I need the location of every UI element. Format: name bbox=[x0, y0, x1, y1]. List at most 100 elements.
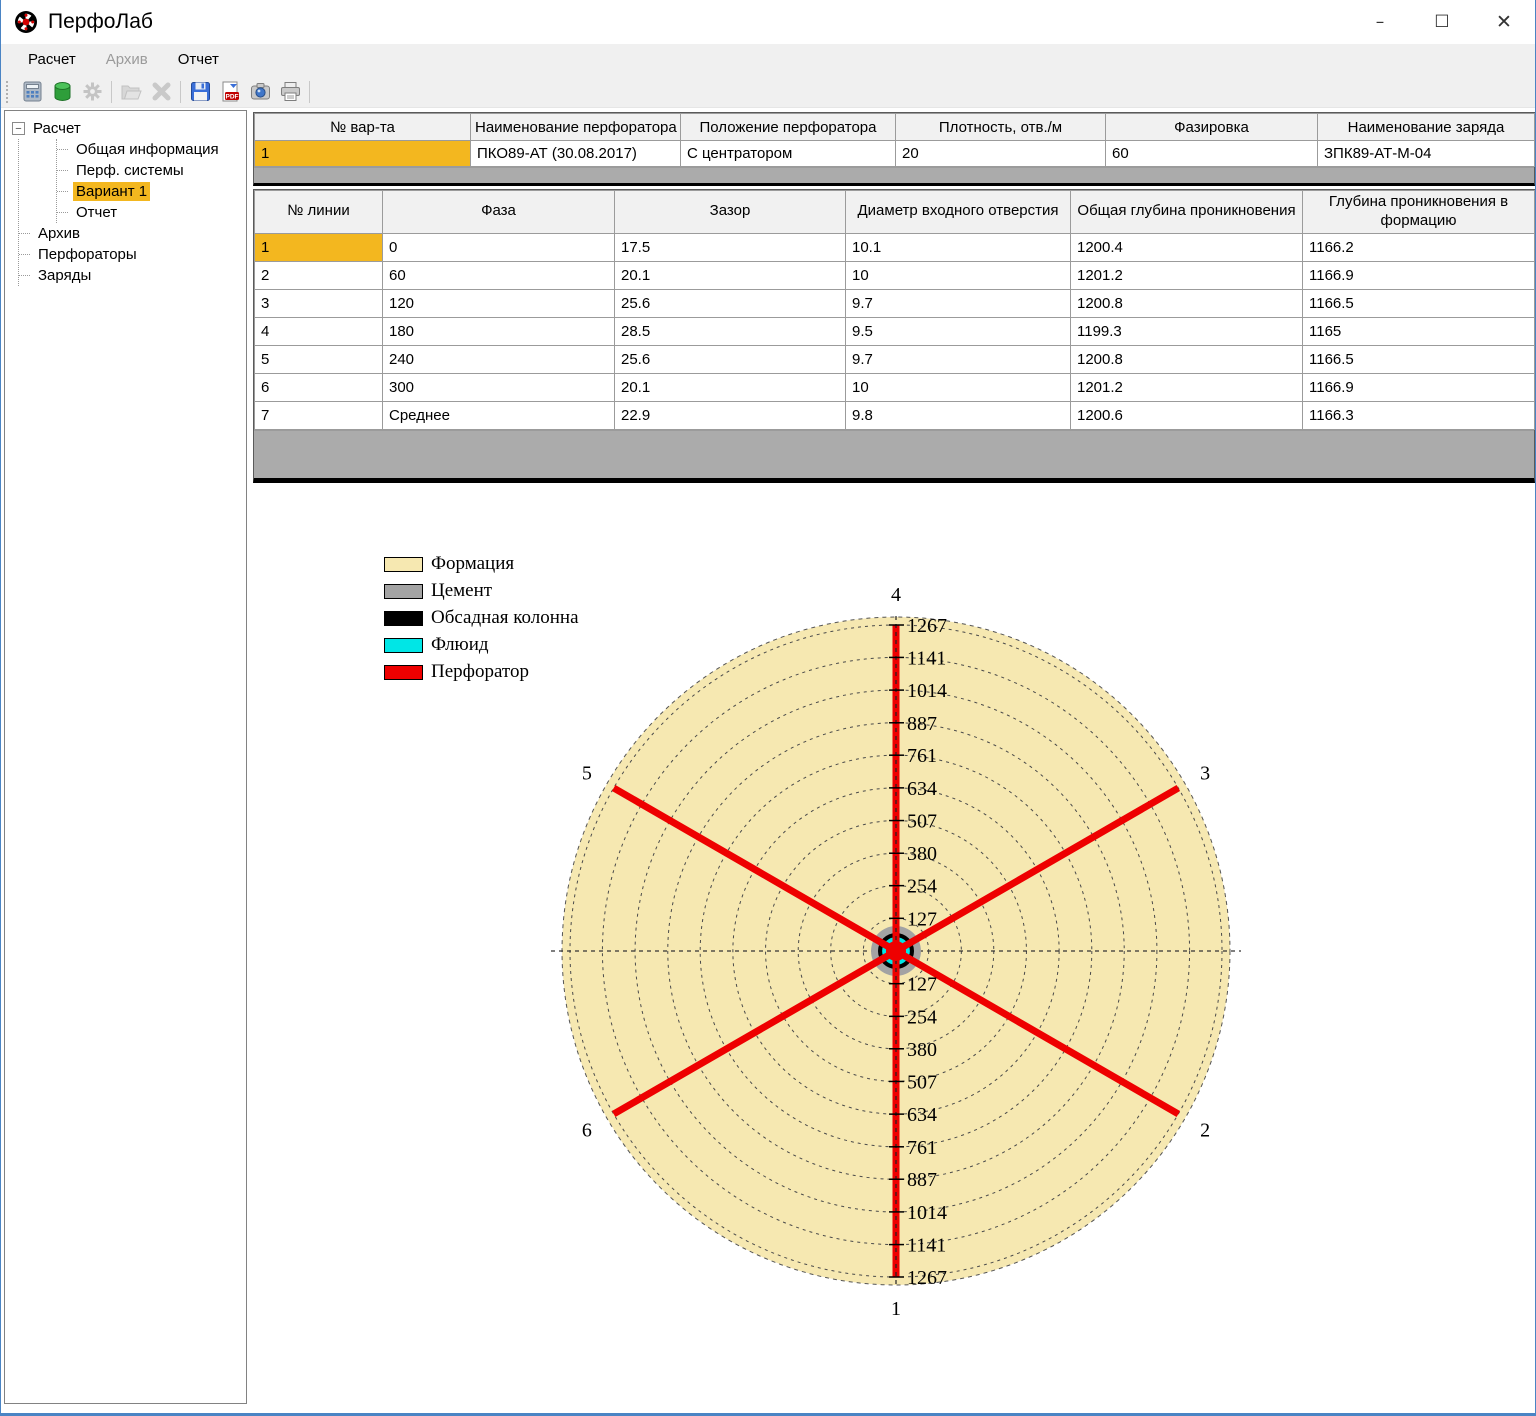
gear-icon bbox=[81, 80, 104, 103]
table-cell[interactable]: ЗПК89-АТ-М-04 bbox=[1318, 141, 1535, 167]
radial-tick-label: 254 bbox=[907, 876, 937, 898]
column-header[interactable]: № линии bbox=[255, 191, 383, 234]
table-cell[interactable]: 1199.3 bbox=[1071, 317, 1303, 345]
table-cell[interactable]: 9.7 bbox=[846, 345, 1071, 373]
table-cell[interactable]: 60 bbox=[383, 261, 615, 289]
table-cell[interactable]: 1166.5 bbox=[1303, 289, 1535, 317]
menu-otchet[interactable]: Отчет bbox=[163, 44, 234, 76]
column-header[interactable]: Фазировка bbox=[1106, 114, 1318, 141]
column-header[interactable]: Наименование заряда bbox=[1318, 114, 1535, 141]
table-cell[interactable]: 9.8 bbox=[846, 401, 1071, 429]
table-row: 1 0 17.5 10.1 1200.4 1166.2 bbox=[255, 233, 1535, 261]
table-cell[interactable]: 9.7 bbox=[846, 289, 1071, 317]
table-cell[interactable]: 28.5 bbox=[615, 317, 846, 345]
table-cell[interactable]: 17.5 bbox=[615, 233, 846, 261]
ray-label-3: 3 bbox=[1200, 763, 1210, 785]
settings-button[interactable] bbox=[77, 78, 107, 106]
table-cell[interactable]: 1200.4 bbox=[1071, 233, 1303, 261]
database-icon bbox=[51, 80, 74, 103]
menu-raschet[interactable]: Расчет bbox=[13, 44, 91, 76]
table-cell[interactable]: Среднее bbox=[383, 401, 615, 429]
table-cell[interactable]: 1200.8 bbox=[1071, 289, 1303, 317]
table-cell[interactable]: 60 bbox=[1106, 141, 1318, 167]
table-cell[interactable]: 4 bbox=[255, 317, 383, 345]
save-icon bbox=[189, 80, 212, 103]
ray-label-1: 1 bbox=[891, 1298, 901, 1320]
table-cell[interactable]: 300 bbox=[383, 373, 615, 401]
column-header[interactable]: Диаметр входного отверстия bbox=[846, 191, 1071, 234]
snapshot-button[interactable] bbox=[245, 78, 275, 106]
table-row: 4 180 28.5 9.5 1199.3 1165 bbox=[255, 317, 1535, 345]
column-header[interactable]: Глубина проникновения в формацию bbox=[1303, 191, 1535, 234]
table-cell[interactable]: 6 bbox=[255, 373, 383, 401]
table-cell[interactable]: 10.1 bbox=[846, 233, 1071, 261]
table-cell[interactable]: 1201.2 bbox=[1071, 373, 1303, 401]
delete-button[interactable] bbox=[146, 78, 176, 106]
tree-item-perforatory[interactable]: Перфораторы bbox=[19, 244, 242, 265]
table-cell[interactable]: 25.6 bbox=[615, 345, 846, 373]
table-cell[interactable]: 1166.3 bbox=[1303, 401, 1535, 429]
table-cell[interactable]: ПКО89-АТ (30.08.2017) bbox=[471, 141, 681, 167]
table-cell[interactable]: 2 bbox=[255, 261, 383, 289]
tree-item-otchet[interactable]: Отчет bbox=[57, 202, 242, 223]
tree-item-zaryady[interactable]: Заряды bbox=[19, 265, 242, 286]
table-cell[interactable]: 1166.5 bbox=[1303, 345, 1535, 373]
table-cell[interactable]: 20 bbox=[896, 141, 1106, 167]
toolbar-grip[interactable] bbox=[6, 81, 13, 103]
column-header[interactable]: № вар-та bbox=[255, 114, 471, 141]
table-cell[interactable]: 10 bbox=[846, 373, 1071, 401]
tree-item-obshchaya-informatsiya[interactable]: Общая информация bbox=[57, 139, 242, 160]
column-header[interactable]: Плотность, отв./м bbox=[896, 114, 1106, 141]
tree-item-arhiv[interactable]: Архив bbox=[19, 223, 242, 244]
table-cell[interactable]: 1166.9 bbox=[1303, 373, 1535, 401]
table-cell[interactable]: 1166.9 bbox=[1303, 261, 1535, 289]
radial-tick-label: 127 bbox=[907, 908, 937, 930]
table-cell[interactable]: 9.5 bbox=[846, 317, 1071, 345]
print-button[interactable] bbox=[275, 78, 305, 106]
collapse-icon[interactable]: − bbox=[12, 122, 25, 135]
table-cell[interactable]: 240 bbox=[383, 345, 615, 373]
save-button[interactable] bbox=[185, 78, 215, 106]
table-cell[interactable]: 25.6 bbox=[615, 289, 846, 317]
column-header[interactable]: Наименование перфоратора bbox=[471, 114, 681, 141]
open-button[interactable] bbox=[116, 78, 146, 106]
menu-arhiv[interactable]: Архив bbox=[91, 44, 163, 76]
radial-tick-label: 1014 bbox=[907, 680, 947, 702]
table-cell[interactable]: 1166.2 bbox=[1303, 233, 1535, 261]
table-cell[interactable]: 20.1 bbox=[615, 373, 846, 401]
close-button[interactable]: ✕ bbox=[1473, 0, 1535, 44]
minimize-button[interactable]: – bbox=[1349, 0, 1411, 44]
column-header[interactable]: Зазор bbox=[615, 191, 846, 234]
tree-item-raschet[interactable]: − Расчет bbox=[9, 118, 242, 139]
database-button[interactable] bbox=[47, 78, 77, 106]
table-cell[interactable]: 0 bbox=[383, 233, 615, 261]
table-cell[interactable]: 1200.6 bbox=[1071, 401, 1303, 429]
table-cell[interactable]: С центратором bbox=[681, 141, 896, 167]
pdf-icon: PDF bbox=[219, 80, 242, 103]
table-cell[interactable]: 7 bbox=[255, 401, 383, 429]
table-cell[interactable]: 20.1 bbox=[615, 261, 846, 289]
tree-item-perf-sistemy[interactable]: Перф. системы bbox=[57, 160, 242, 181]
table-cell[interactable]: 1201.2 bbox=[1071, 261, 1303, 289]
maximize-button[interactable]: ☐ bbox=[1411, 0, 1473, 44]
table-cell[interactable]: 1200.8 bbox=[1071, 345, 1303, 373]
table-cell[interactable]: 10 bbox=[846, 261, 1071, 289]
selected-cell[interactable]: 1 bbox=[255, 141, 471, 167]
table-cell[interactable]: 3 bbox=[255, 289, 383, 317]
column-header[interactable]: Положение перфоратора bbox=[681, 114, 896, 141]
radial-tick-label: 887 bbox=[907, 713, 937, 735]
toolbar-separator bbox=[180, 81, 181, 103]
table-cell[interactable]: 22.9 bbox=[615, 401, 846, 429]
title-bar: ПерфоЛаб – ☐ ✕ bbox=[1, 0, 1535, 44]
export-pdf-button[interactable]: PDF bbox=[215, 78, 245, 106]
calculate-button[interactable] bbox=[17, 78, 47, 106]
tree-item-variant-1[interactable]: Вариант 1 bbox=[57, 181, 242, 202]
column-header[interactable]: Общая глубина проникновения bbox=[1071, 191, 1303, 234]
table-cell[interactable]: 120 bbox=[383, 289, 615, 317]
table-row: 5 240 25.6 9.7 1200.8 1166.5 bbox=[255, 345, 1535, 373]
selected-cell[interactable]: 1 bbox=[255, 233, 383, 261]
column-header[interactable]: Фаза bbox=[383, 191, 615, 234]
table-cell[interactable]: 1165 bbox=[1303, 317, 1535, 345]
table-cell[interactable]: 5 bbox=[255, 345, 383, 373]
table-cell[interactable]: 180 bbox=[383, 317, 615, 345]
